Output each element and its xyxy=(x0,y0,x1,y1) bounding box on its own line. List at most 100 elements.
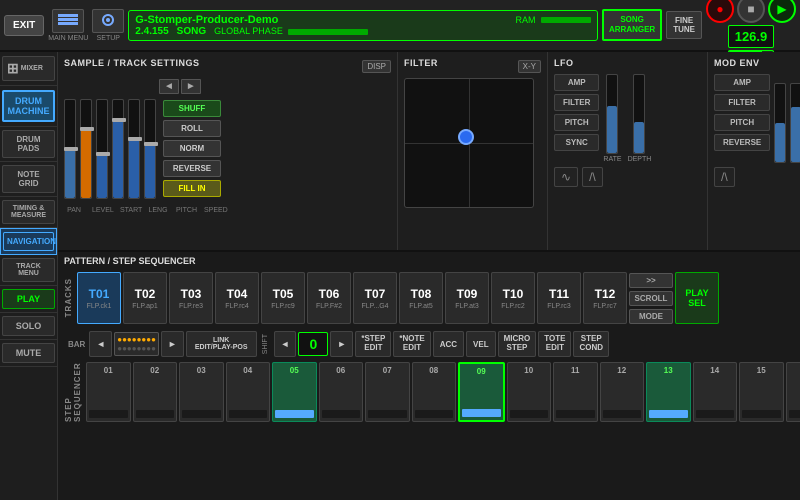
mod-filter-button[interactable]: FILTER xyxy=(714,94,770,111)
mixer-button[interactable]: ⊞ MIXER xyxy=(2,56,55,81)
micro-step-button[interactable]: MICRO STEP xyxy=(498,331,537,357)
mod-reverse-button[interactable]: REVERSE xyxy=(714,134,770,151)
step-02[interactable]: 02 xyxy=(133,362,178,422)
song-arranger-button[interactable]: SONG ARRANGER xyxy=(602,9,662,40)
speed-label: SPEED xyxy=(204,207,224,214)
setup-button[interactable] xyxy=(92,9,124,33)
step-05[interactable]: 05 xyxy=(272,362,317,422)
solo-button[interactable]: SOLO xyxy=(2,316,55,336)
step-09[interactable]: 09 xyxy=(458,362,505,422)
bar-left-button[interactable]: ◄ xyxy=(89,331,112,357)
norm-button[interactable]: NORM xyxy=(163,140,221,157)
roll-button[interactable]: ROLL xyxy=(163,120,221,137)
step-edit-button[interactable]: *STEP EDIT xyxy=(355,331,391,357)
main-menu-button[interactable] xyxy=(52,9,84,33)
acc-button[interactable]: ACC xyxy=(433,331,464,357)
step-08[interactable]: 08 xyxy=(412,362,457,422)
wave-sine-button[interactable]: ∿ xyxy=(554,167,578,187)
lfo-filter-button[interactable]: FILTER xyxy=(554,94,599,111)
shift-left-button[interactable]: ◄ xyxy=(274,331,297,357)
disp-button[interactable]: DISP xyxy=(362,60,391,73)
step-12[interactable]: 12 xyxy=(600,362,645,422)
play-left-button[interactable]: PLAY xyxy=(2,289,55,309)
shuff-button[interactable]: SHUFF xyxy=(163,100,221,117)
track-t09[interactable]: T09 FLP.at3 xyxy=(445,272,489,324)
step-01[interactable]: 01 xyxy=(86,362,131,422)
step-10-bar xyxy=(510,410,549,418)
lfo-sync-button[interactable]: SYNC xyxy=(554,134,599,151)
wave-tri-button[interactable]: /\ xyxy=(582,167,603,187)
track-t10[interactable]: T10 FLP.rc2 xyxy=(491,272,535,324)
tote-edit-button[interactable]: TOTE EDIT xyxy=(538,331,571,357)
scroll-button[interactable]: SCROLL xyxy=(629,291,673,306)
chevron-forward-button[interactable]: >> xyxy=(629,273,673,288)
reverse-button[interactable]: REVERSE xyxy=(163,160,221,177)
lfo-pitch-button[interactable]: PITCH xyxy=(554,114,599,131)
step-15[interactable]: 15 xyxy=(739,362,784,422)
filter-xy-pad[interactable] xyxy=(404,78,534,208)
note-grid-button[interactable]: NOTE GRID xyxy=(2,165,55,193)
xy-button[interactable]: X-Y xyxy=(518,60,541,73)
step-04[interactable]: 04 xyxy=(226,362,271,422)
mod-slider-1[interactable] xyxy=(774,83,786,163)
side-buttons: SHUFF ROLL NORM REVERSE FILL IN xyxy=(163,100,221,197)
mode-button[interactable]: MODE xyxy=(629,309,673,324)
fine-tune-button[interactable]: FINE TUNE xyxy=(666,11,702,39)
leng-slider[interactable] xyxy=(112,99,124,199)
level-slider[interactable] xyxy=(80,99,92,199)
play-button[interactable]: ▶ xyxy=(768,0,796,23)
note-edit-button[interactable]: *NOTE EDIT xyxy=(393,331,430,357)
shift-right-button[interactable]: ► xyxy=(330,331,353,357)
pan-label: PAN xyxy=(64,207,84,214)
drum-pads-button[interactable]: DRUM PADS xyxy=(2,130,55,158)
track-t07[interactable]: T07 FLP...G4 xyxy=(353,272,397,324)
step-03[interactable]: 03 xyxy=(179,362,224,422)
step-cond-button[interactable]: STEP COND xyxy=(573,331,609,357)
track-t05[interactable]: T05 FLP.rc9 xyxy=(261,272,305,324)
arrow-right-button[interactable]: ► xyxy=(181,79,201,94)
lfo-depth-slider[interactable] xyxy=(633,74,645,154)
bar-right-button[interactable]: ► xyxy=(161,331,184,357)
step-16[interactable]: 16 xyxy=(786,362,800,422)
step-10[interactable]: 10 xyxy=(507,362,552,422)
track-t04[interactable]: T04 FLP.rc4 xyxy=(215,272,259,324)
mod-pitch-button[interactable]: PITCH xyxy=(714,114,770,131)
stop-button[interactable]: ■ xyxy=(737,0,765,23)
lfo-rate-slider[interactable] xyxy=(606,74,618,154)
lfo-amp-button[interactable]: AMP xyxy=(554,74,599,91)
navigation-button[interactable]: NAVIGATION xyxy=(3,232,54,251)
drum-machine-button[interactable]: DRUM MACHINE xyxy=(2,90,55,122)
exit-button[interactable]: EXIT xyxy=(4,15,44,36)
timing-measure-button[interactable]: TIMING & MEASURE xyxy=(2,200,55,224)
mute-button[interactable]: MUTE xyxy=(2,343,55,363)
start-slider-col xyxy=(96,99,108,199)
step-14[interactable]: 14 xyxy=(693,362,738,422)
track-t08[interactable]: T08 FLP.at5 xyxy=(399,272,443,324)
step-06[interactable]: 06 xyxy=(319,362,364,422)
start-slider[interactable] xyxy=(96,99,108,199)
track-t01[interactable]: T01 FLP.ck1 xyxy=(77,272,121,324)
arrow-left-button[interactable]: ◄ xyxy=(159,79,179,94)
track-t11[interactable]: T11 FLP.rc3 xyxy=(537,272,581,324)
record-button[interactable]: ● xyxy=(706,0,734,23)
link-edit-button[interactable]: LINK EDIT/PLAY-POS xyxy=(186,331,257,357)
track-t06[interactable]: T06 FLP.F#2 xyxy=(307,272,351,324)
step-07[interactable]: 07 xyxy=(365,362,410,422)
mod-amp-button[interactable]: AMP xyxy=(714,74,770,91)
step-13[interactable]: 13 xyxy=(646,362,691,422)
pitch-slider[interactable] xyxy=(128,99,140,199)
pan-slider[interactable] xyxy=(64,99,76,199)
vel-button[interactable]: VEL xyxy=(466,331,496,357)
speed-slider[interactable] xyxy=(144,99,156,199)
fill-in-button[interactable]: FILL IN xyxy=(163,180,221,197)
track-t12[interactable]: T12 FLP.rc7 xyxy=(583,272,627,324)
mod-slider-2[interactable] xyxy=(790,83,800,163)
track-t04-name: FLP.rc4 xyxy=(225,303,249,310)
step-11[interactable]: 11 xyxy=(553,362,598,422)
lfo-title: LFO xyxy=(554,58,574,68)
mod-wave-button[interactable]: /\ xyxy=(714,167,735,187)
track-t03[interactable]: T03 FLP.re3 xyxy=(169,272,213,324)
track-t02[interactable]: T02 FLP.ap1 xyxy=(123,272,167,324)
play-sel-button[interactable]: PLAY SEL xyxy=(675,272,719,324)
track-menu-button[interactable]: TRACK MENU xyxy=(2,258,55,282)
